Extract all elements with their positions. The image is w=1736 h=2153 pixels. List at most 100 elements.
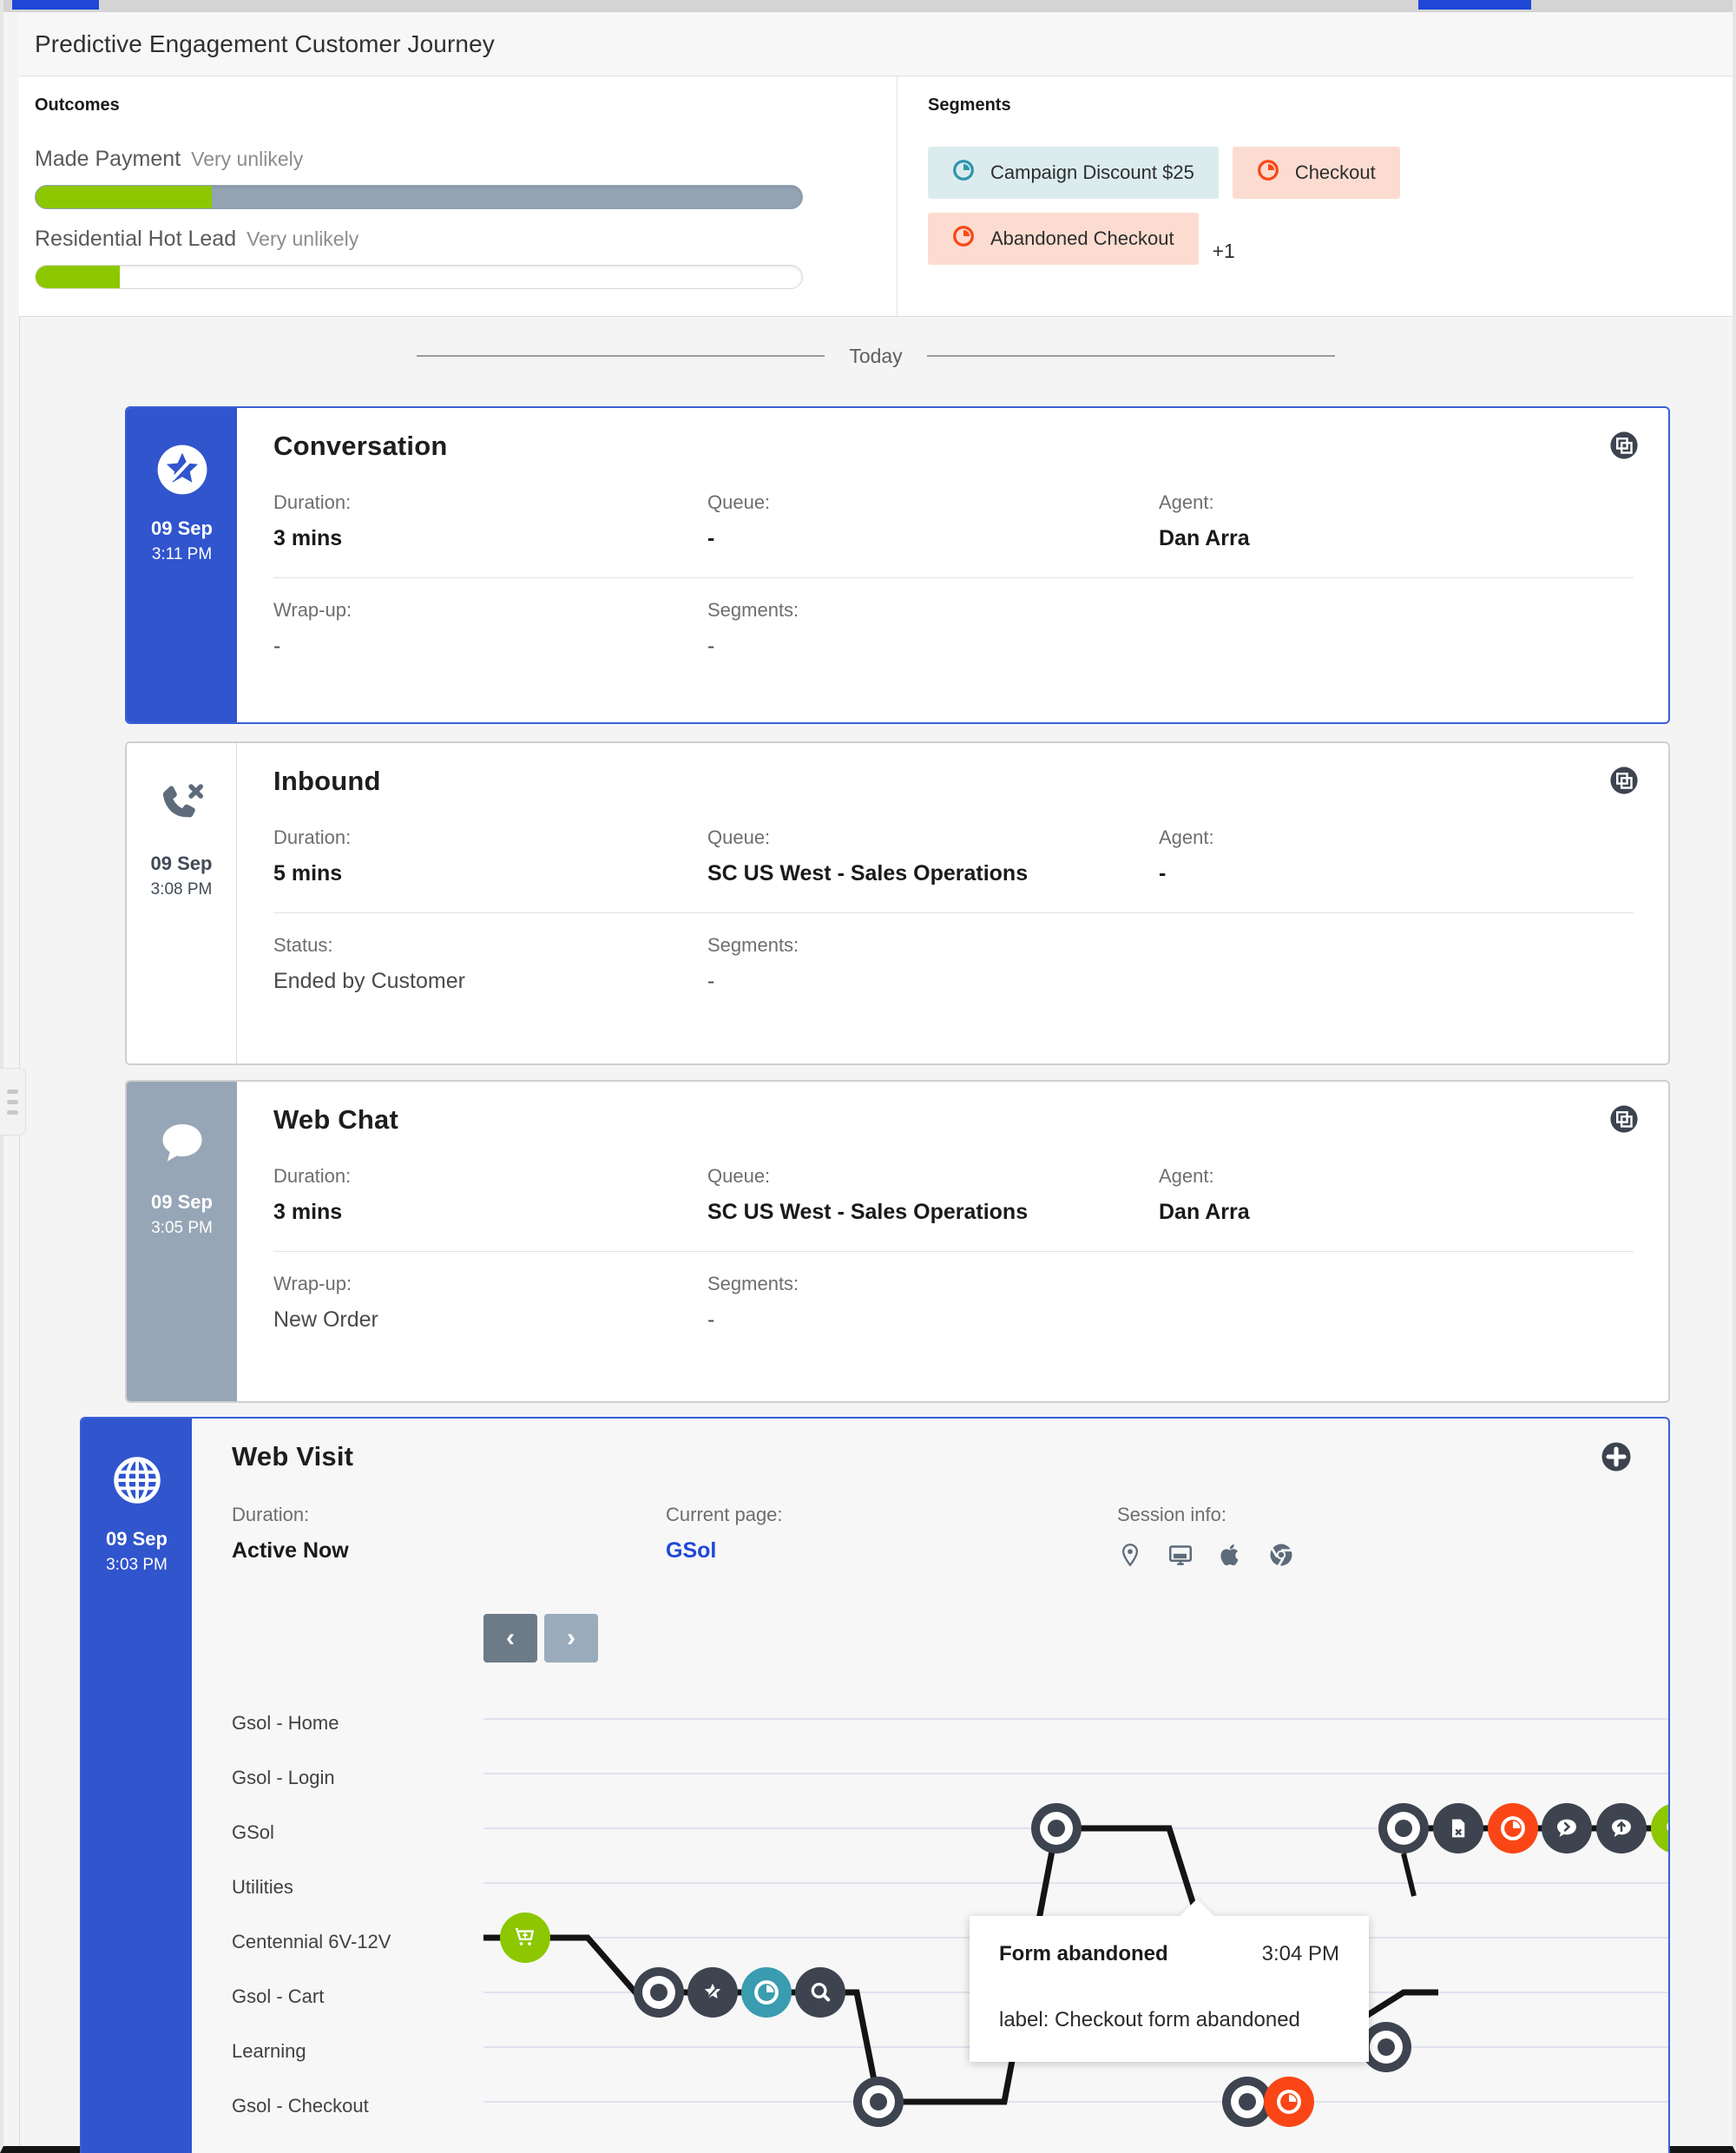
field-value: Ended by Customer: [273, 969, 465, 993]
card-time: 3:03 PM: [106, 1556, 168, 1574]
segments-heading: Segments: [928, 95, 1011, 115]
card-separator: [273, 577, 1634, 578]
timeline-card-conversation[interactable]: 09 Sep 3:11 PM Conversation Duration: 3 …: [125, 406, 1670, 724]
outcome-name: Residential Hot Lead: [35, 227, 237, 251]
phone-missed-icon: [155, 778, 208, 832]
chart-area: Gsol - Home Gsol - Login GSol Utilities …: [232, 1692, 1668, 2135]
field-value: SC US West - Sales Operations: [707, 861, 1029, 886]
chart-y-label: Learning: [232, 2039, 306, 2062]
chart-node-page-view: [853, 2077, 904, 2127]
chart-next-button[interactable]: ›: [544, 1614, 598, 1662]
page-title: Predictive Engagement Customer Journey: [35, 30, 495, 57]
field-queue: Queue: -: [707, 491, 1159, 551]
field-agent: Agent: Dan Arra: [1159, 1165, 1610, 1225]
outcome-progress-fill: [36, 186, 213, 208]
field-value: New Order: [273, 1307, 378, 1332]
card-rail: 09 Sep 3:05 PM: [127, 1082, 237, 1401]
outcome-likelihood: Very unlikely: [247, 227, 359, 250]
chart-node-cart-add: [500, 1913, 550, 1963]
card-body: Inbound Duration: 5 mins Queue: SC US We…: [237, 743, 1668, 1063]
field-value: -: [273, 634, 281, 658]
outcome-row: Made Payment Very unlikely: [35, 147, 897, 209]
field-value: -: [707, 526, 715, 550]
outcome-row: Residential Hot Lead Very unlikely: [35, 227, 897, 289]
field-label: Segments:: [707, 1273, 799, 1294]
clock-icon: [952, 159, 975, 187]
timeline-card-inbound[interactable]: 09 Sep 3:08 PM Inbound Duration: 5 mins …: [125, 741, 1670, 1065]
field-value: SC US West - Sales Operations: [707, 1200, 1029, 1224]
panel-resize-handle[interactable]: [0, 1068, 26, 1136]
segment-chip[interactable]: Campaign Discount $25: [928, 147, 1219, 199]
chart-y-label: Gsol - Checkout: [232, 2094, 369, 2117]
segment-chip[interactable]: Checkout: [1232, 147, 1400, 199]
tooltip-time: 3:04 PM: [1261, 1942, 1339, 1965]
field-value: 3 mins: [273, 1200, 343, 1224]
timeline-card-webvisit[interactable]: 09 Sep 3:03 PM Web Visit Duration: Activ…: [80, 1417, 1670, 2153]
field-queue: Queue: SC US West - Sales Operations: [707, 826, 1159, 886]
segment-chip-label: Abandoned Checkout: [990, 227, 1174, 249]
outcome-progress-track: [35, 185, 803, 209]
segments-pane: Segments Campaign Discount $25 Checkout: [898, 76, 1733, 316]
chrome-icon: [1268, 1542, 1294, 1572]
chart-y-label: Gsol - Login: [232, 1766, 335, 1788]
field-label: Agent:: [1159, 491, 1214, 513]
card-time: 3:11 PM: [151, 545, 213, 563]
tooltip-title: Form abandoned: [999, 1942, 1168, 1965]
timeline-card-webchat[interactable]: 09 Sep 3:05 PM Web Chat Duration: 3 mins…: [125, 1080, 1670, 1403]
segment-chip[interactable]: Abandoned Checkout: [928, 213, 1199, 265]
field-value: -: [707, 634, 715, 658]
date-divider: Today: [19, 330, 1733, 382]
card-title: Inbound: [273, 766, 381, 796]
field-label: Duration:: [273, 491, 352, 513]
browser-tab-strip: [3, 0, 1733, 12]
field-queue: Queue: SC US West - Sales Operations: [707, 1165, 1159, 1225]
field-duration: Duration: 5 mins: [273, 826, 707, 886]
card-separator: [273, 912, 1634, 913]
segment-chip-label: Campaign Discount $25: [990, 161, 1194, 183]
expand-icon[interactable]: [1609, 431, 1639, 464]
chart-prev-button[interactable]: ‹: [483, 1614, 537, 1662]
card-title: Conversation: [273, 431, 448, 461]
predictive-engagement-panel: Predictive Engagement Customer Journey O…: [0, 0, 1736, 2153]
field-current-page: Current page: GSol: [666, 1504, 1117, 1572]
field-value: 5 mins: [273, 861, 343, 886]
field-label: Segments:: [707, 934, 799, 956]
field-label: Current page:: [666, 1504, 783, 1525]
apple-icon: [1218, 1542, 1244, 1572]
add-icon[interactable]: [1601, 1441, 1632, 1477]
tab-indicator-right[interactable]: [1418, 0, 1531, 10]
card-body: Web Chat Duration: 3 mins Queue: SC US W…: [237, 1082, 1668, 1401]
expand-icon[interactable]: [1609, 1104, 1639, 1138]
field-agent: Agent: -: [1159, 826, 1610, 886]
card-separator: [273, 1251, 1634, 1252]
field-agent: Agent: Dan Arra: [1159, 491, 1610, 551]
field-value: 3 mins: [273, 526, 343, 550]
expand-icon[interactable]: [1609, 766, 1639, 800]
chart-y-label: Utilities: [232, 1875, 293, 1898]
field-value: -: [1159, 861, 1167, 886]
card-rail: 09 Sep 3:11 PM: [127, 408, 237, 722]
card-date: 09 Sep: [150, 853, 213, 874]
chart-node-page-view: [634, 1967, 684, 2018]
chart-node-page-view: [1031, 1803, 1082, 1853]
field-label: Queue:: [707, 826, 771, 848]
field-wrapup: Wrap-up: -: [273, 599, 707, 659]
summary-strip: Outcomes Made Payment Very unlikely Resi…: [19, 76, 1733, 317]
chart-node-segment-clock: [741, 1967, 792, 2018]
chart-y-axis-labels: Gsol - Home Gsol - Login GSol Utilities …: [232, 1692, 483, 2135]
outcome-name: Made Payment: [35, 147, 181, 171]
current-page-link[interactable]: GSol: [666, 1538, 1117, 1564]
field-duration: Duration: 3 mins: [273, 1165, 707, 1225]
field-label: Session info:: [1117, 1504, 1226, 1525]
field-label: Queue:: [707, 491, 771, 513]
chart-pagination: ‹ ›: [483, 1614, 1668, 1662]
web-visit-chart: ‹ › Gsol - Home Gsol - Login GSol Utilit…: [232, 1614, 1668, 2135]
tab-indicator-left[interactable]: [12, 0, 99, 10]
outcomes-heading: Outcomes: [35, 95, 120, 115]
desktop-monitor-icon: [1167, 1542, 1194, 1572]
segments-more-count[interactable]: +1: [1213, 240, 1235, 265]
tooltip-body: label: Checkout form abandoned: [999, 2008, 1300, 2031]
field-segments: Segments: -: [707, 599, 1159, 659]
outcome-progress-fill: [36, 266, 121, 288]
chart-node-form-abandoned: [1433, 1803, 1483, 1853]
